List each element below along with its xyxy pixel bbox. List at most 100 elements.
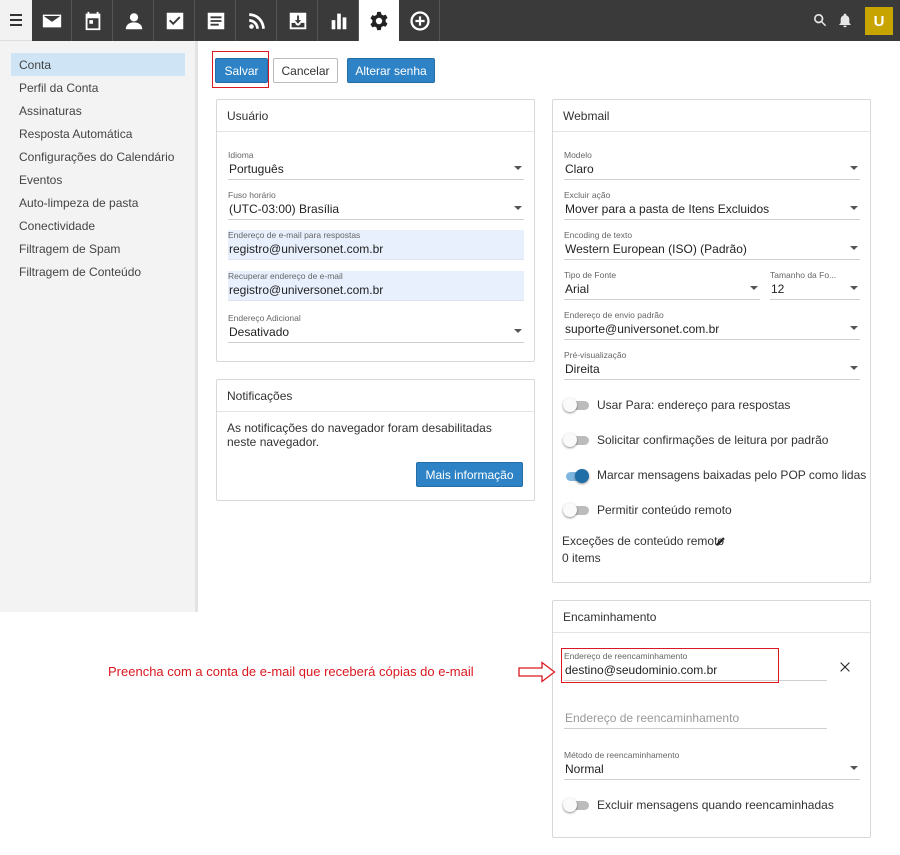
- chevron-down-icon: [514, 329, 522, 333]
- field-value: Mover para a pasta de Itens Excluidos: [565, 202, 770, 216]
- chevron-down-icon: [850, 286, 858, 290]
- field-placeholder: Endereço de reencaminhamento: [565, 711, 740, 725]
- field-label: Pré-visualização: [564, 350, 627, 360]
- field-label: Endereço de e-mail para respostas: [228, 230, 361, 240]
- sidebar-item-resposta-automatica[interactable]: Resposta Automática: [11, 122, 185, 145]
- sidebar-item-spam[interactable]: Filtragem de Spam: [11, 237, 185, 260]
- forward-method-select[interactable]: Método de reencaminhamento Normal: [564, 750, 860, 780]
- field-label: Método de reencaminhamento: [564, 750, 680, 760]
- delete-forwarded-toggle[interactable]: [563, 798, 589, 812]
- feeds-icon[interactable]: [237, 0, 277, 41]
- notifications-message: As notificações do navegador foram desab…: [227, 421, 492, 449]
- field-value: Normal: [565, 762, 604, 776]
- language-select[interactable]: Idioma Português: [228, 150, 524, 180]
- contacts-icon[interactable]: [114, 0, 154, 41]
- calendar-icon[interactable]: [73, 0, 113, 41]
- divider: [553, 131, 870, 132]
- additional-address-select[interactable]: Endereço Adicional Desativado: [228, 313, 524, 343]
- toggle-label: Marcar mensagens baixadas pelo POP como …: [597, 468, 867, 482]
- field-label: Tipo de Fonte: [564, 270, 617, 280]
- theme-select[interactable]: Modelo Claro: [564, 150, 860, 180]
- field-label: Endereço de envio padrão: [564, 310, 664, 320]
- tasks-icon[interactable]: [155, 0, 195, 41]
- field-label: Endereço Adicional: [228, 313, 301, 323]
- chevron-down-icon: [850, 326, 858, 330]
- top-bar: U: [0, 0, 900, 41]
- field-label: Excluir ação: [564, 190, 611, 200]
- pop-mark-read-toggle[interactable]: [563, 469, 589, 483]
- sidebar: Conta Perfil da Conta Assinaturas Respos…: [0, 41, 198, 612]
- user-panel: Usuário Idioma Português Fuso horário (U…: [216, 99, 535, 362]
- toggle-label: Usar Para: endereço para respostas: [597, 398, 791, 412]
- field-label: Fuso horário: [228, 190, 276, 200]
- font-size-select[interactable]: Tamanho da Fo... 12: [770, 270, 860, 300]
- reply-address-input[interactable]: Endereço de e-mail para respostas regist…: [228, 230, 524, 260]
- field-label: Idioma: [228, 150, 254, 160]
- forward-address-input-2[interactable]: Endereço de reencaminhamento: [564, 710, 827, 729]
- sidebar-item-conta[interactable]: Conta: [11, 53, 185, 76]
- sidebar-item-perfil[interactable]: Perfil da Conta: [11, 76, 185, 99]
- webmail-panel: Webmail Modelo Claro Excluir ação Mover …: [552, 99, 871, 583]
- delete-action-select[interactable]: Excluir ação Mover para a pasta de Itens…: [564, 190, 860, 220]
- more-info-button[interactable]: Mais informação: [416, 462, 523, 487]
- menu-icon[interactable]: [0, 0, 32, 41]
- close-icon[interactable]: [839, 661, 851, 673]
- archive-icon[interactable]: [278, 0, 318, 41]
- mail-icon[interactable]: [32, 0, 72, 41]
- default-sender-select[interactable]: Endereço de envio padrão suporte@univers…: [564, 310, 860, 340]
- field-value: suporte@universonet.com.br: [565, 322, 720, 336]
- remote-exceptions-label: Exceções de conteúdo remoto: [562, 534, 725, 548]
- chevron-down-icon: [850, 366, 858, 370]
- field-value: Claro: [565, 162, 594, 176]
- sidebar-item-calendario[interactable]: Configurações do Calendário: [11, 145, 185, 168]
- field-value: Direita: [565, 362, 600, 376]
- save-button[interactable]: Salvar: [215, 58, 268, 83]
- preview-select[interactable]: Pré-visualização Direita: [564, 350, 860, 380]
- toggle-label: Permitir conteúdo remoto: [597, 503, 732, 517]
- arrow-right-icon: [518, 661, 556, 683]
- panel-title: Webmail: [563, 109, 610, 123]
- chevron-down-icon: [850, 246, 858, 250]
- sidebar-item-conectividade[interactable]: Conectividade: [11, 214, 185, 237]
- chevron-down-icon: [850, 166, 858, 170]
- chevron-down-icon: [514, 206, 522, 210]
- reports-icon[interactable]: [319, 0, 359, 41]
- chevron-down-icon: [850, 206, 858, 210]
- field-value: Desativado: [229, 325, 290, 339]
- edit-icon[interactable]: [715, 536, 726, 547]
- sidebar-item-conteudo[interactable]: Filtragem de Conteúdo: [11, 260, 185, 283]
- reply-to-toggle[interactable]: [563, 398, 589, 412]
- encoding-select[interactable]: Encoding de texto Western European (ISO)…: [564, 230, 860, 260]
- forwarding-panel: Encaminhamento Endereço de reencaminhame…: [552, 600, 871, 838]
- field-value: 12: [771, 282, 785, 296]
- chevron-down-icon: [514, 166, 522, 170]
- font-type-select[interactable]: Tipo de Fonte Arial: [564, 270, 760, 300]
- change-password-button[interactable]: Alterar senha: [347, 58, 435, 83]
- field-value: Português: [229, 162, 284, 176]
- divider: [217, 411, 534, 412]
- timezone-select[interactable]: Fuso horário (UTC-03:00) Brasília: [228, 190, 524, 220]
- search-icon[interactable]: [810, 10, 830, 30]
- chevron-down-icon: [750, 286, 758, 290]
- field-value: Arial: [565, 282, 590, 296]
- read-receipt-toggle[interactable]: [563, 433, 589, 447]
- recovery-address-input[interactable]: Recuperar endereço de e-mail registro@un…: [228, 271, 524, 301]
- field-label: Recuperar endereço de e-mail: [228, 271, 343, 281]
- field-label: Modelo: [564, 150, 592, 160]
- divider: [217, 131, 534, 132]
- panel-title: Notificações: [227, 389, 293, 403]
- chevron-down-icon: [850, 766, 858, 770]
- field-value: registro@universonet.com.br: [229, 283, 384, 297]
- remote-content-toggle[interactable]: [563, 503, 589, 517]
- sidebar-item-eventos[interactable]: Eventos: [11, 168, 185, 191]
- bell-icon[interactable]: [835, 10, 855, 30]
- add-icon[interactable]: [400, 0, 440, 41]
- notes-icon[interactable]: [196, 0, 236, 41]
- sidebar-item-auto-limpeza[interactable]: Auto-limpeza de pasta: [11, 191, 185, 214]
- sidebar-item-assinaturas[interactable]: Assinaturas: [11, 99, 185, 122]
- divider: [553, 632, 870, 633]
- highlight-box-forward: [561, 648, 779, 683]
- avatar[interactable]: U: [865, 7, 893, 35]
- cancel-button[interactable]: Cancelar: [273, 58, 338, 83]
- settings-icon[interactable]: [359, 0, 399, 41]
